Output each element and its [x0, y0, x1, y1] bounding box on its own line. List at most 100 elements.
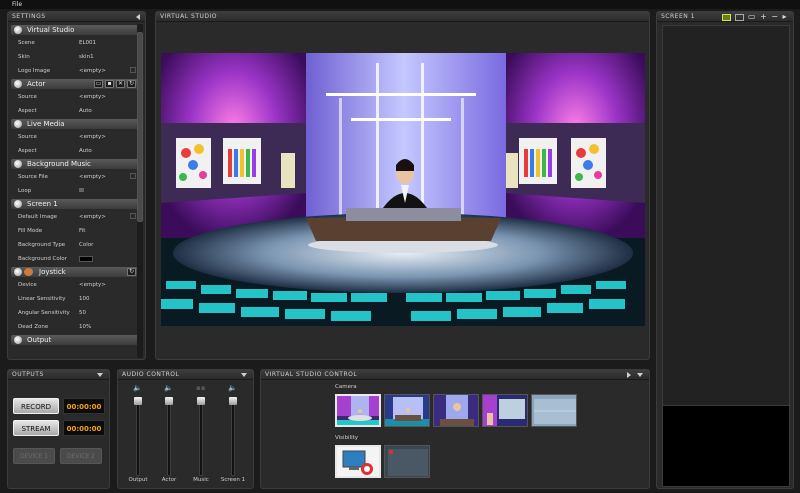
- save-icon[interactable]: ▪: [105, 80, 114, 88]
- prop-scene[interactable]: Scene EL001: [11, 36, 138, 50]
- prop-skin[interactable]: Skin skin1: [11, 50, 138, 64]
- play-icon[interactable]: ▸: [782, 13, 787, 21]
- section-label: Output: [27, 336, 52, 344]
- screen1-output[interactable]: [662, 405, 790, 487]
- expand-icon[interactable]: [14, 200, 22, 208]
- prop-label: Source: [18, 134, 37, 140]
- folder-icon[interactable]: ▭: [94, 80, 103, 88]
- prop-fill-mode[interactable]: Fill Mode Fit: [11, 224, 138, 238]
- section-virtual-studio[interactable]: Virtual Studio: [11, 25, 138, 35]
- prop-value[interactable]: Auto: [79, 104, 92, 118]
- scrollbar-thumb[interactable]: [137, 32, 143, 222]
- prop-live-source[interactable]: Source <empty>: [11, 130, 138, 144]
- browse-icon[interactable]: [130, 173, 136, 179]
- prop-value[interactable]: skin1: [79, 50, 94, 64]
- refresh-icon[interactable]: ↻: [127, 80, 136, 88]
- color-swatch[interactable]: [79, 256, 93, 262]
- remove-icon[interactable]: −: [771, 13, 778, 21]
- add-icon[interactable]: +: [760, 13, 767, 21]
- menu-file[interactable]: File: [12, 1, 22, 8]
- prop-dead-zone[interactable]: Dead Zone 10%: [11, 320, 138, 334]
- camera-thumb-1[interactable]: [335, 394, 381, 427]
- screen1-preview[interactable]: [662, 25, 790, 413]
- prop-actor-source[interactable]: Source <empty>: [11, 90, 138, 104]
- expand-icon[interactable]: [14, 160, 22, 168]
- speaker-icon[interactable]: 🔈: [164, 384, 173, 392]
- expand-icon[interactable]: [14, 26, 22, 34]
- studio-viewport[interactable]: [161, 53, 645, 326]
- volume-slider[interactable]: [229, 397, 237, 405]
- prop-value[interactable]: <empty>: [79, 64, 106, 78]
- camera-thumb-2[interactable]: [384, 394, 430, 427]
- outputs-panel: OUTPUTS RECORD 00:00:00 STREAM 00:00:00 …: [7, 369, 110, 489]
- section-joystick[interactable]: Joystick ↻: [11, 267, 138, 277]
- play-icon[interactable]: [627, 372, 631, 378]
- prop-value[interactable]: 100: [79, 292, 90, 306]
- section-live-media[interactable]: Live Media: [11, 119, 138, 129]
- loop-checkbox[interactable]: ☒: [79, 184, 84, 198]
- volume-slider[interactable]: [197, 397, 205, 405]
- prop-actor-aspect[interactable]: Aspect Auto: [11, 104, 138, 118]
- prop-source-file[interactable]: Source File <empty>: [11, 170, 138, 184]
- camera-thumb-4[interactable]: [482, 394, 528, 427]
- dropdown-icon[interactable]: [241, 373, 247, 377]
- prop-loop[interactable]: Loop ☒: [11, 184, 138, 198]
- section-output[interactable]: Output: [11, 335, 138, 345]
- camera-icon[interactable]: ▭: [748, 13, 756, 21]
- prop-background-color[interactable]: Background Color: [11, 252, 138, 266]
- dropdown-icon[interactable]: [637, 373, 643, 377]
- window-icon[interactable]: [735, 14, 745, 21]
- section-background-music[interactable]: Background Music: [11, 159, 138, 169]
- settings-scrollbar[interactable]: [137, 24, 143, 358]
- prop-value[interactable]: EL001: [79, 36, 96, 50]
- volume-track[interactable]: [136, 398, 140, 476]
- prop-logo-image[interactable]: Logo Image <empty>: [11, 64, 138, 78]
- delete-icon[interactable]: ✕: [116, 80, 125, 88]
- camera-thumb-5[interactable]: [531, 394, 577, 427]
- prop-angular-sensitivity[interactable]: Angular Sensitivity 50: [11, 306, 138, 320]
- refresh-icon[interactable]: ↻: [127, 268, 136, 276]
- prop-default-image[interactable]: Default Image <empty>: [11, 210, 138, 224]
- expand-icon[interactable]: [14, 120, 22, 128]
- prop-linear-sensitivity[interactable]: Linear Sensitivity 100: [11, 292, 138, 306]
- device2-button[interactable]: DEVICE 2: [60, 448, 102, 464]
- dropdown-icon[interactable]: [97, 373, 103, 377]
- prop-device[interactable]: Device <empty>: [11, 278, 138, 292]
- prop-value[interactable]: Fit: [79, 224, 85, 238]
- prop-background-type[interactable]: Background Type Color: [11, 238, 138, 252]
- section-actor[interactable]: Actor ▭ ▪ ✕ ↻: [11, 79, 138, 89]
- channel-label: Screen 1: [220, 477, 246, 483]
- prop-value[interactable]: <empty>: [79, 90, 106, 104]
- prop-live-aspect[interactable]: Aspect Auto: [11, 144, 138, 158]
- volume-slider[interactable]: [134, 397, 142, 405]
- browse-icon[interactable]: [130, 213, 136, 219]
- camera-thumb-3[interactable]: [433, 394, 479, 427]
- screen-mode-icon[interactable]: [722, 14, 732, 21]
- volume-track[interactable]: [199, 398, 203, 476]
- visibility-thumb-2[interactable]: [384, 445, 430, 478]
- prop-value[interactable]: <empty>: [79, 278, 106, 292]
- collapse-icon[interactable]: [136, 14, 140, 20]
- prop-value[interactable]: 50: [79, 306, 86, 320]
- device1-button[interactable]: DEVICE 1: [13, 448, 55, 464]
- prop-value[interactable]: Color: [79, 238, 93, 252]
- visibility-thumb-1[interactable]: [335, 445, 381, 478]
- stream-button[interactable]: STREAM: [13, 420, 59, 436]
- prop-value[interactable]: <empty>: [79, 130, 106, 144]
- browse-icon[interactable]: [130, 67, 136, 73]
- volume-slider[interactable]: [165, 397, 173, 405]
- expand-icon[interactable]: [14, 268, 22, 276]
- expand-icon[interactable]: [14, 336, 22, 344]
- section-screen-1[interactable]: Screen 1: [11, 199, 138, 209]
- expand-icon[interactable]: [14, 80, 22, 88]
- volume-track[interactable]: [231, 398, 235, 476]
- prop-value[interactable]: <empty>: [79, 210, 106, 224]
- prop-value[interactable]: Auto: [79, 144, 92, 158]
- record-button[interactable]: RECORD: [13, 398, 59, 414]
- prop-value[interactable]: <empty>: [79, 170, 106, 184]
- speaker-muted-icon[interactable]: ▪▪: [196, 384, 206, 392]
- prop-value[interactable]: 10%: [79, 320, 91, 334]
- volume-track[interactable]: [167, 398, 171, 476]
- speaker-icon[interactable]: 🔈: [228, 384, 237, 392]
- speaker-icon[interactable]: 🔈: [133, 384, 142, 392]
